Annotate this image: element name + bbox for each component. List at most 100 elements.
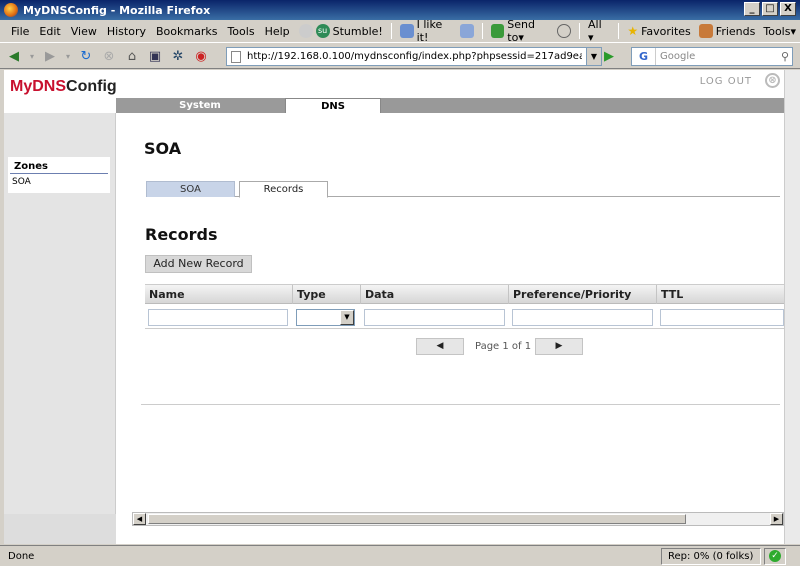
- sidebar-footer: [4, 514, 116, 544]
- menu-history[interactable]: History: [102, 25, 151, 38]
- all-dropdown[interactable]: All ▾: [584, 18, 614, 44]
- menu-edit[interactable]: Edit: [34, 25, 65, 38]
- section-title: Records: [145, 225, 218, 244]
- menu-view[interactable]: View: [66, 25, 102, 38]
- preference-filter-input[interactable]: [512, 309, 653, 326]
- page-viewport: MyDNSConfig LOG OUT ⊗ System DNS Zones S…: [4, 70, 784, 544]
- toolbar-separator: [618, 23, 620, 39]
- friends-button[interactable]: Friends: [695, 24, 760, 38]
- subtab-records[interactable]: Records: [239, 181, 328, 198]
- stumble-label: Stumble!: [332, 24, 383, 38]
- column-header-ttl[interactable]: TTL: [657, 285, 784, 304]
- thumbs-up-icon: [399, 24, 414, 38]
- records-filter-row: ▼: [145, 305, 784, 329]
- column-header-name[interactable]: Name: [145, 285, 293, 304]
- main-tabs: System DNS: [116, 98, 784, 114]
- favorites-button[interactable]: ★ Favorites: [623, 24, 694, 38]
- addon-icon[interactable]: ◉: [191, 47, 211, 65]
- logout-link[interactable]: LOG OUT: [700, 76, 752, 87]
- sidebar-item-soa[interactable]: SOA: [8, 174, 110, 187]
- window-titlebar: MyDNSConfig - Mozilla Firefox _ □ X: [0, 0, 800, 20]
- tab-dns[interactable]: DNS: [285, 98, 381, 114]
- column-header-type[interactable]: Type: [293, 285, 361, 304]
- scroll-thumb[interactable]: [148, 514, 686, 524]
- main-content: SOA SOA Records Records Add New Record N…: [116, 113, 784, 544]
- back-icon[interactable]: ◀: [4, 47, 24, 65]
- stumble-button[interactable]: su Stumble!: [295, 24, 387, 38]
- status-rep[interactable]: Rep: 0% (0 folks): [661, 547, 761, 565]
- zones-heading: Zones: [10, 157, 108, 174]
- scroll-left-icon[interactable]: ◀: [133, 513, 146, 525]
- sendto-button[interactable]: Send to▾: [487, 18, 575, 44]
- horizontal-scrollbar[interactable]: ◀ ▶: [132, 512, 784, 526]
- menu-file[interactable]: File: [6, 25, 34, 38]
- ttl-filter-input[interactable]: [660, 309, 784, 326]
- name-filter-input[interactable]: [148, 309, 288, 326]
- tab-system[interactable]: System: [116, 98, 284, 113]
- window-title: MyDNSConfig - Mozilla Firefox: [23, 3, 211, 17]
- status-ok-indicator[interactable]: ✓: [764, 547, 786, 565]
- address-bar[interactable]: http://192.168.0.100/mydnsconfig/index.p…: [226, 47, 602, 66]
- comment-icon[interactable]: [557, 24, 572, 38]
- add-new-record-button[interactable]: Add New Record: [145, 255, 252, 273]
- type-filter-select[interactable]: ▼: [296, 309, 355, 326]
- menubar: File Edit View History Bookmarks Tools H…: [0, 18, 800, 44]
- vertical-scrollbar[interactable]: [784, 70, 800, 544]
- menu-tools[interactable]: Tools: [222, 25, 259, 38]
- search-engine-icon[interactable]: G: [632, 48, 656, 65]
- minimize-button[interactable]: _: [744, 2, 760, 16]
- sidebar: Zones SOA: [4, 113, 116, 544]
- chevron-down-icon[interactable]: ▼: [340, 310, 354, 325]
- zones-panel: Zones SOA: [8, 157, 110, 193]
- logo-dark-text: Config: [66, 78, 117, 95]
- friends-icon: [698, 24, 713, 38]
- go-icon[interactable]: ▶: [604, 49, 622, 65]
- ilike-button[interactable]: I like it!: [396, 18, 478, 44]
- url-dropdown-icon[interactable]: ▼: [586, 48, 601, 65]
- url-text: http://192.168.0.100/mydnsconfig/index.p…: [247, 51, 582, 62]
- app-logo: MyDNSConfig: [10, 78, 117, 96]
- page-favicon-icon: [231, 51, 241, 63]
- ilike-label: I like it!: [416, 18, 443, 44]
- sub-tabs: SOA Records: [146, 181, 780, 198]
- page-indicator: Page 1 of 1: [475, 341, 532, 352]
- search-box[interactable]: G Google ⚲: [631, 47, 793, 66]
- data-filter-input[interactable]: [364, 309, 505, 326]
- window-controls: _ □ X: [744, 2, 796, 16]
- toolbar-separator: [390, 23, 392, 39]
- forward-icon[interactable]: ▶: [40, 47, 60, 65]
- page-title: SOA: [144, 139, 182, 158]
- toolbar-separator: [481, 23, 483, 39]
- thumbs-down-icon[interactable]: [459, 24, 474, 38]
- logout-icon[interactable]: ⊗: [765, 73, 780, 88]
- reload-icon[interactable]: ↻: [76, 47, 96, 65]
- subtab-soa[interactable]: SOA: [146, 181, 235, 197]
- stop-icon[interactable]: ⊗: [99, 47, 119, 65]
- back-dropdown-icon[interactable]: ▾: [27, 47, 37, 65]
- stumbleupon-icon: su: [315, 24, 330, 38]
- close-button[interactable]: X: [780, 2, 796, 16]
- next-page-button[interactable]: ▶: [535, 338, 583, 355]
- navigation-toolbar: ◀ ▾ ▶ ▾ ↻ ⊗ ⌂ ▣ ✲ ◉ http://192.168.0.100…: [0, 44, 800, 69]
- menu-help[interactable]: Help: [260, 25, 295, 38]
- maximize-button[interactable]: □: [762, 2, 778, 16]
- gear-icon: [298, 24, 313, 38]
- tools-dropdown[interactable]: Tools▾: [759, 25, 800, 38]
- page-icon[interactable]: ▣: [145, 47, 165, 65]
- scroll-right-icon[interactable]: ▶: [770, 513, 783, 525]
- logo-red-text: MyDNS: [10, 78, 67, 95]
- column-header-data[interactable]: Data: [361, 285, 509, 304]
- check-icon: ✓: [769, 550, 781, 562]
- search-placeholder: Google: [660, 51, 696, 62]
- column-header-preference[interactable]: Preference/Priority: [509, 285, 657, 304]
- firefox-icon: [4, 3, 18, 17]
- prev-page-button[interactable]: ◀: [416, 338, 464, 355]
- forward-dropdown-icon[interactable]: ▾: [63, 47, 73, 65]
- status-bar: Done Rep: 0% (0 folks) ✓: [0, 545, 800, 566]
- menu-bookmarks[interactable]: Bookmarks: [151, 25, 222, 38]
- send-icon: [490, 24, 505, 38]
- settings-icon[interactable]: ✲: [168, 47, 188, 65]
- records-table-header: Name Type Data Preference/Priority TTL: [145, 284, 784, 304]
- home-icon[interactable]: ⌂: [122, 47, 142, 65]
- search-icon[interactable]: ⚲: [781, 50, 789, 63]
